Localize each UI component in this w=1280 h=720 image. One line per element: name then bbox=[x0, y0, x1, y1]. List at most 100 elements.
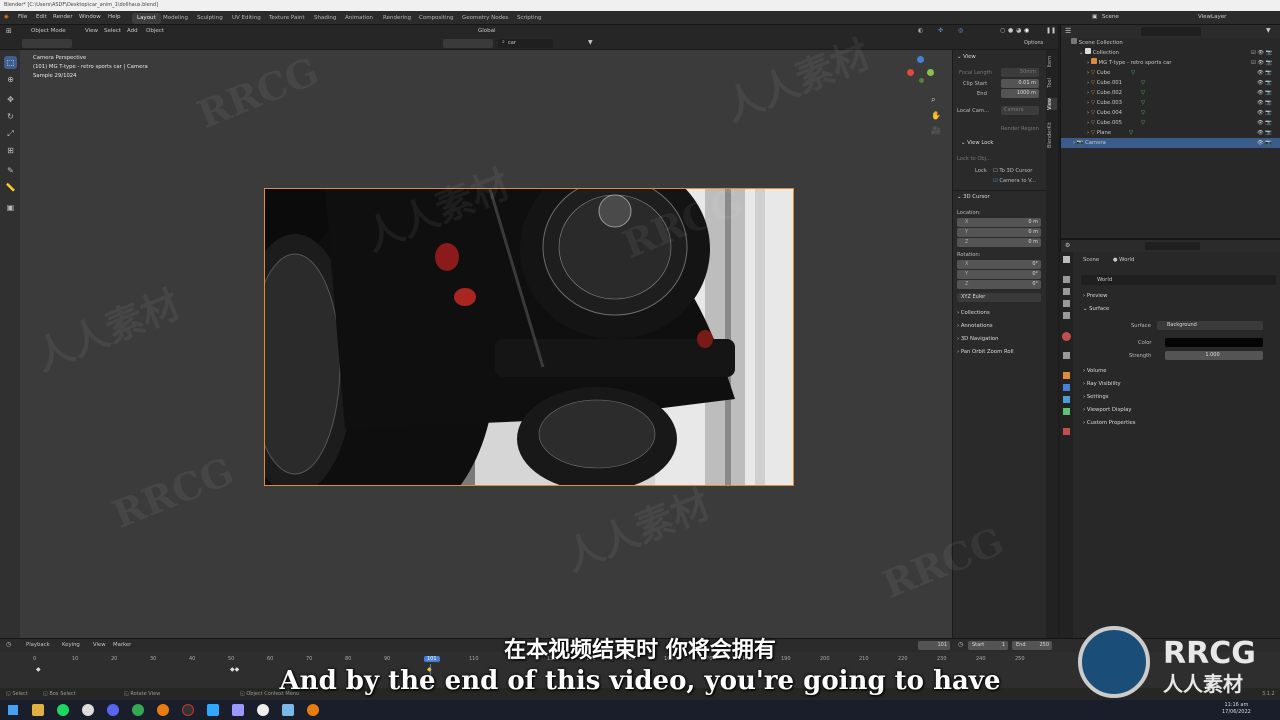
viewport-display-section[interactable]: › Viewport Display bbox=[1083, 407, 1131, 413]
workspace-tab-geometry-nodes[interactable]: Geometry Nodes bbox=[457, 13, 513, 24]
object-props-icon[interactable] bbox=[1063, 372, 1070, 379]
windows-start-icon[interactable] bbox=[8, 705, 18, 715]
outliner-row-scene-collection[interactable]: Scene Collection bbox=[1061, 38, 1280, 48]
viewlayer-selector[interactable]: ViewLayer bbox=[1198, 14, 1226, 20]
file-explorer-icon[interactable] bbox=[32, 704, 44, 716]
scale-tool-icon[interactable]: ⤢ bbox=[4, 127, 17, 140]
volume-section[interactable]: › Volume bbox=[1083, 368, 1107, 374]
tool-props-icon[interactable] bbox=[1063, 256, 1070, 263]
annotate-tool-icon[interactable]: ✎ bbox=[4, 164, 17, 177]
system-clock[interactable]: 11:16 am 17/06/2022 bbox=[1222, 702, 1251, 716]
viewport-search-input[interactable]: car bbox=[498, 39, 553, 48]
spotify-icon[interactable] bbox=[57, 704, 69, 716]
photoshop-icon[interactable] bbox=[207, 704, 219, 716]
local-camera-field[interactable]: Camera bbox=[1001, 106, 1039, 115]
pan-hand-icon[interactable]: ✋ bbox=[931, 111, 941, 120]
view-lock-header[interactable]: ⌄ View Lock bbox=[961, 140, 993, 146]
tab-tool[interactable]: Tool bbox=[1047, 78, 1057, 88]
scene-selector[interactable]: Scene bbox=[1102, 14, 1119, 20]
collection-props-icon[interactable] bbox=[1063, 352, 1070, 359]
outliner-editor-icon[interactable]: ☰ bbox=[1065, 27, 1071, 35]
tab-blenderkit[interactable]: BlenderKit bbox=[1047, 122, 1057, 148]
properties-editor-icon[interactable]: ⚙ bbox=[1065, 242, 1070, 249]
surface-shader-field[interactable]: Background bbox=[1157, 321, 1263, 330]
transform-orientation-dropdown[interactable]: Global bbox=[478, 28, 496, 34]
scene-props-icon[interactable] bbox=[1063, 312, 1070, 319]
object-mode-dropdown[interactable]: Object Mode bbox=[31, 28, 66, 34]
outliner-row-camera[interactable]: › 📷 Camera 👁 📷 bbox=[1061, 138, 1280, 148]
texture-props-icon[interactable] bbox=[1063, 428, 1070, 435]
add-menu[interactable]: Add bbox=[127, 28, 138, 34]
cursor-rotation-fields[interactable]: X 0° Y 0° Z 0° bbox=[957, 260, 1041, 290]
render-props-icon[interactable] bbox=[1063, 276, 1070, 283]
viewport-shading-controls[interactable]: ◐ ✣ ◎ ○ ● ◕ ◉ ❚❚ bbox=[918, 27, 1058, 35]
camera-to-view-checkbox[interactable]: ☑ Camera to V... bbox=[993, 178, 1036, 184]
unreal-icon[interactable] bbox=[257, 704, 269, 716]
surface-section-header[interactable]: ⌄ Surface bbox=[1083, 306, 1109, 312]
blender-taskbar-icon[interactable] bbox=[157, 704, 169, 716]
filter-icon[interactable]: ▼ bbox=[588, 39, 593, 46]
clip-end-field[interactable]: 1000 m bbox=[1001, 89, 1039, 98]
view-menu[interactable]: View bbox=[85, 28, 98, 34]
properties-search-input[interactable] bbox=[1145, 242, 1200, 250]
menu-edit[interactable]: Edit bbox=[36, 14, 47, 20]
workspace-tab-uv-editing[interactable]: UV Editing bbox=[227, 13, 266, 24]
focal-length-field[interactable]: 50mm bbox=[1001, 68, 1039, 77]
zoom-icon[interactable]: ⌕ bbox=[931, 95, 935, 105]
workspace-tab-sculpting[interactable]: Sculpting bbox=[192, 13, 228, 24]
annotations-section[interactable]: › Annotations bbox=[957, 323, 993, 329]
render-region-toggle[interactable]: Render Region bbox=[1001, 126, 1039, 132]
ray-visibility-section[interactable]: › Ray Visibility bbox=[1083, 381, 1121, 387]
add-cube-tool-icon[interactable]: ▣ bbox=[4, 201, 17, 214]
output-props-icon[interactable] bbox=[1063, 288, 1070, 295]
obs-icon[interactable] bbox=[182, 704, 194, 716]
rotation-mode-dropdown[interactable]: XYZ Euler bbox=[957, 293, 1041, 302]
select-box-tool-icon[interactable]: ⬚ bbox=[4, 56, 17, 69]
outliner-row-collection[interactable]: ⌄ Collection ☑ 👁 📷 bbox=[1061, 48, 1280, 58]
move-tool-icon[interactable]: ✥ bbox=[4, 93, 17, 106]
outliner-row-cube-004[interactable]: › ▽ Cube.004 ▽ 👁 📷 bbox=[1061, 108, 1280, 118]
measure-tool-icon[interactable]: 📏 bbox=[4, 181, 17, 194]
workspace-tab-animation[interactable]: Animation bbox=[340, 13, 378, 24]
workspace-tab-scripting[interactable]: Scripting bbox=[512, 13, 546, 24]
tab-item[interactable]: Item bbox=[1047, 56, 1057, 67]
menu-file[interactable]: File bbox=[18, 14, 27, 20]
menu-render[interactable]: Render bbox=[53, 14, 73, 20]
color-swatch[interactable] bbox=[1165, 338, 1263, 347]
outliner-filter-icon[interactable]: ▼ bbox=[1266, 27, 1271, 34]
data-props-icon[interactable] bbox=[1063, 408, 1070, 415]
outliner-row-cube-003[interactable]: › ▽ Cube.003 ▽ 👁 📷 bbox=[1061, 98, 1280, 108]
outliner-row-cube-001[interactable]: › ▽ Cube.001 ▽ 👁 📷 bbox=[1061, 78, 1280, 88]
discord-icon[interactable] bbox=[107, 704, 119, 716]
3d-navigation-section[interactable]: › 3D Navigation bbox=[957, 336, 999, 342]
editor-type-icon[interactable]: ⊞ bbox=[6, 27, 12, 35]
chrome-icon[interactable] bbox=[132, 704, 144, 716]
outliner-search-input[interactable] bbox=[1141, 27, 1201, 36]
workspace-tab-layout[interactable]: Layout bbox=[132, 13, 161, 24]
cursor-location-fields[interactable]: X0 m Y0 m Z0 m bbox=[957, 218, 1041, 248]
view-layer-props-icon[interactable] bbox=[1063, 300, 1070, 307]
custom-properties-section[interactable]: › Custom Properties bbox=[1083, 420, 1136, 426]
menu-window[interactable]: Window bbox=[79, 14, 101, 20]
outliner-row-car[interactable]: › MG T-type - retro sports car ☑ 👁 📷 bbox=[1061, 58, 1280, 68]
blender-active-icon[interactable] bbox=[307, 704, 319, 716]
workspace-tab-modeling[interactable]: Modeling bbox=[158, 13, 193, 24]
to-3d-cursor-checkbox[interactable]: ☐ To 3D Cursor bbox=[993, 168, 1032, 174]
blender-logo-icon[interactable]: ◉ bbox=[4, 14, 9, 20]
workspace-tab-rendering[interactable]: Rendering bbox=[378, 13, 416, 24]
select-menu[interactable]: Select bbox=[104, 28, 121, 34]
outliner-row-cube[interactable]: › ▽ Cube ▽ 👁 📷 bbox=[1061, 68, 1280, 78]
3d-viewport[interactable]: Camera Perspective (101) MG T-type - ret… bbox=[20, 50, 952, 638]
modifier-props-icon[interactable] bbox=[1063, 384, 1070, 391]
strength-field[interactable]: 1.000 bbox=[1165, 351, 1263, 360]
clip-start-field[interactable]: 0.01 m bbox=[1001, 79, 1039, 88]
notepad-icon[interactable] bbox=[282, 704, 294, 716]
object-menu[interactable]: Object bbox=[146, 28, 164, 34]
outliner-row-cube-002[interactable]: › ▽ Cube.002 ▽ 👁 📷 bbox=[1061, 88, 1280, 98]
transform-tool-icon[interactable]: ⊞ bbox=[4, 144, 17, 157]
outliner-row-plane[interactable]: › ▽ Plane ▽ 👁 📷 bbox=[1061, 128, 1280, 138]
options-dropdown[interactable]: Options bbox=[1024, 40, 1043, 46]
workspace-tab-texture-paint[interactable]: Texture Paint bbox=[264, 13, 310, 24]
view-filter-buttons[interactable] bbox=[443, 39, 493, 48]
preview-section[interactable]: › Preview bbox=[1083, 293, 1107, 299]
